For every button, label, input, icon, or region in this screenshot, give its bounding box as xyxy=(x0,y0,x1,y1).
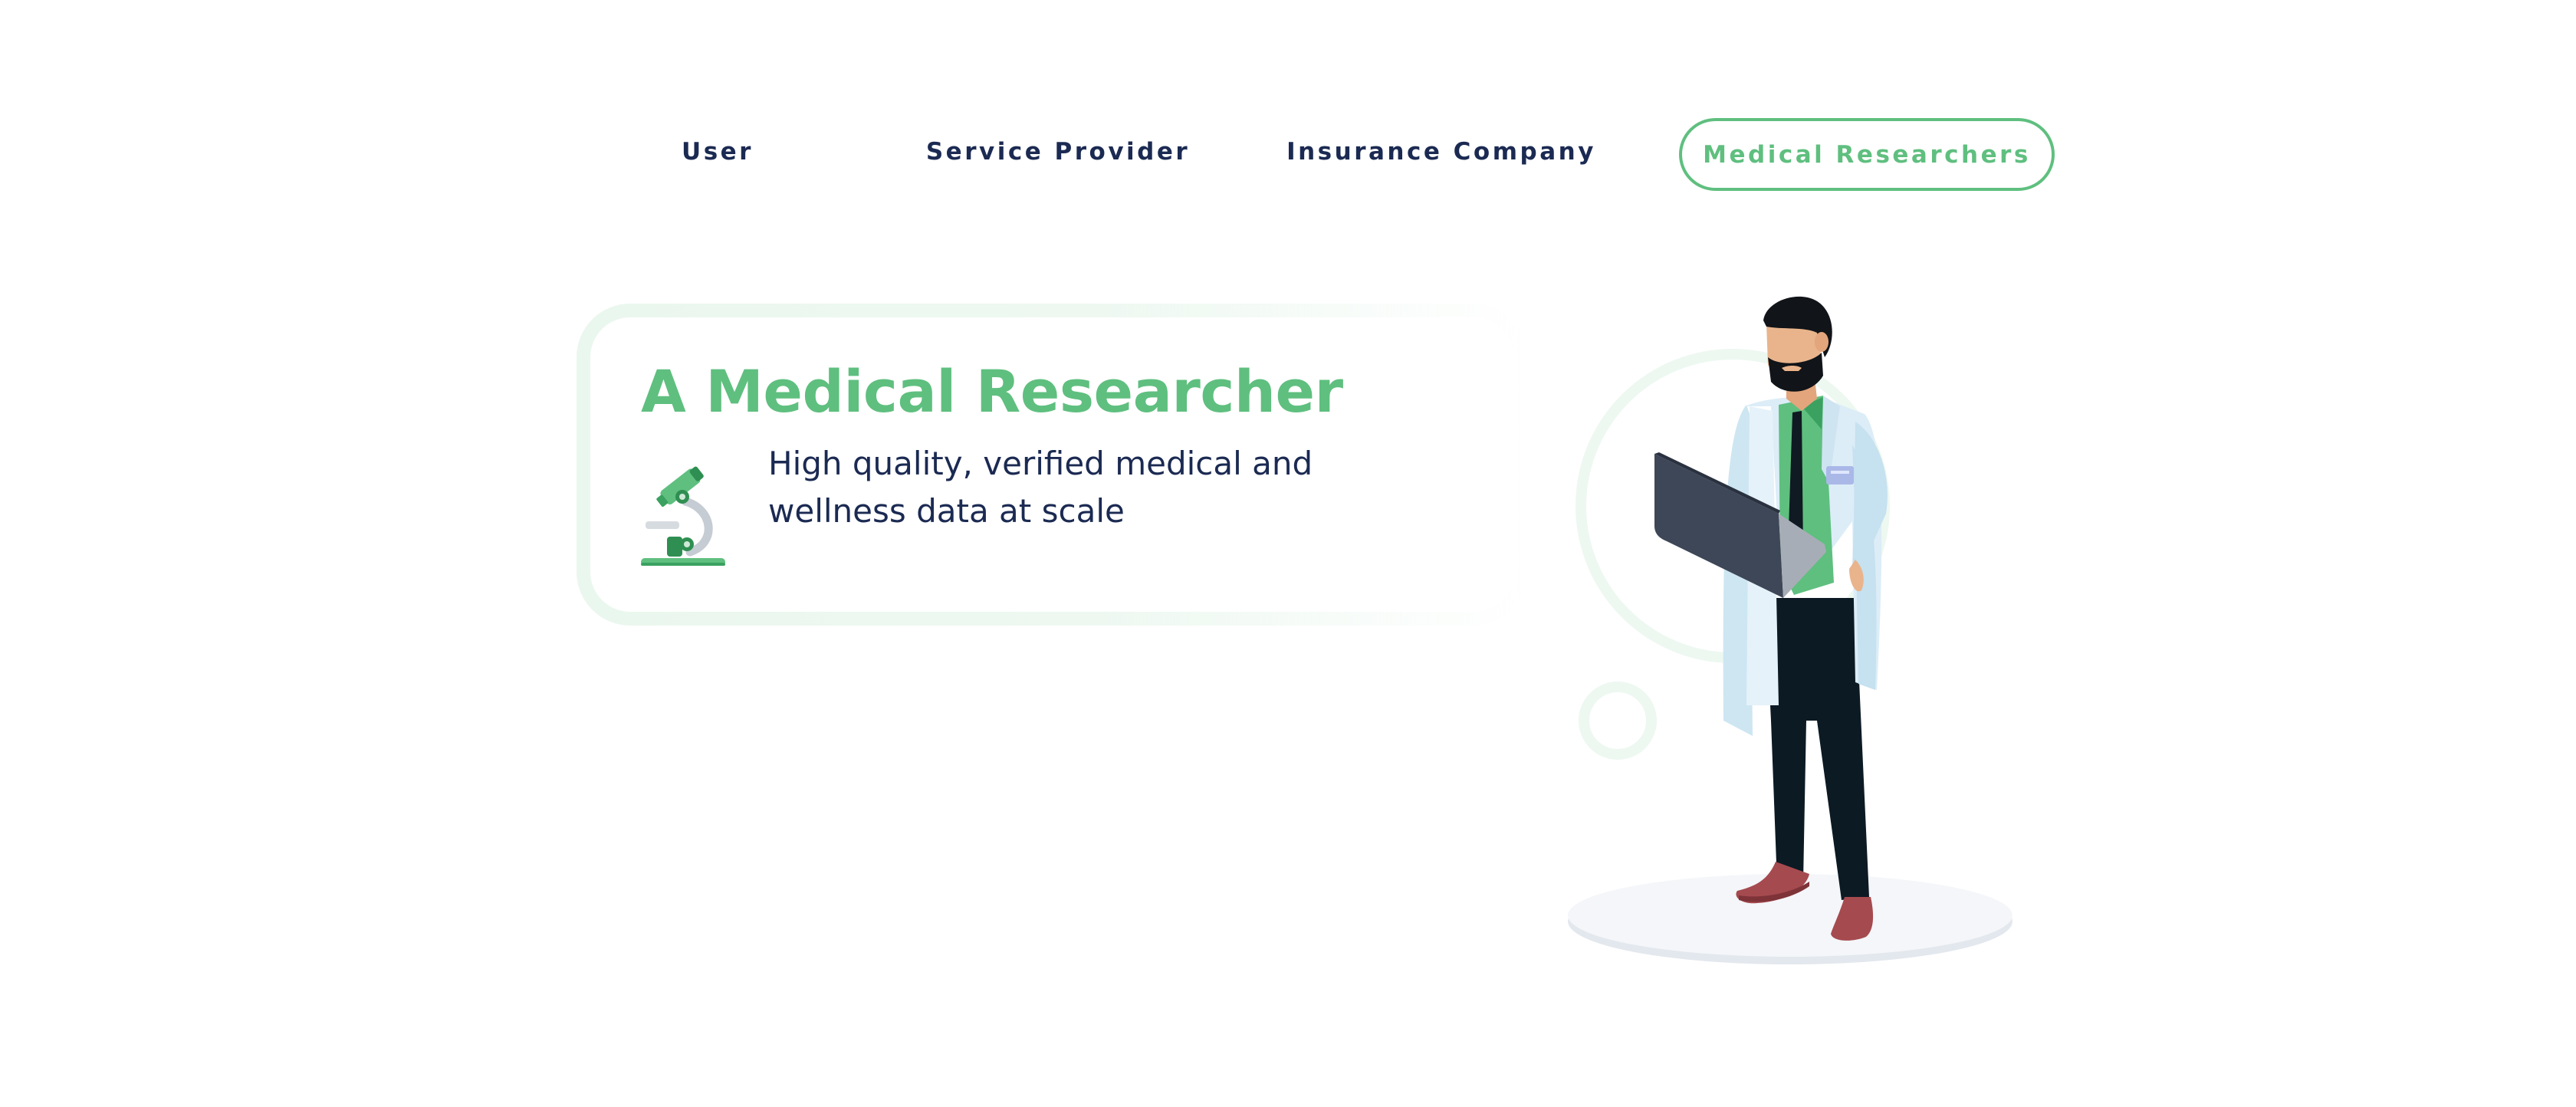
id-badge xyxy=(1826,466,1854,485)
tab-medical-researchers[interactable]: Medical Researchers xyxy=(1679,118,2055,191)
tab-insurance-company[interactable]: Insurance Company xyxy=(1273,115,1610,188)
tab-service-provider[interactable]: Service Provider xyxy=(889,115,1227,188)
decorative-ring-small xyxy=(1579,682,1657,760)
info-card: A Medical Researcher High quality, verif… xyxy=(577,304,1527,626)
microscope-icon xyxy=(638,463,733,570)
doctor-with-laptop-illustration xyxy=(1549,291,2039,981)
card-description: High quality, verified medical and welln… xyxy=(768,445,1313,530)
tab-user[interactable]: User xyxy=(583,115,853,188)
card-title: A Medical Researcher xyxy=(641,357,1343,425)
audience-tabs: User Service Provider Insurance Company … xyxy=(583,115,2070,191)
